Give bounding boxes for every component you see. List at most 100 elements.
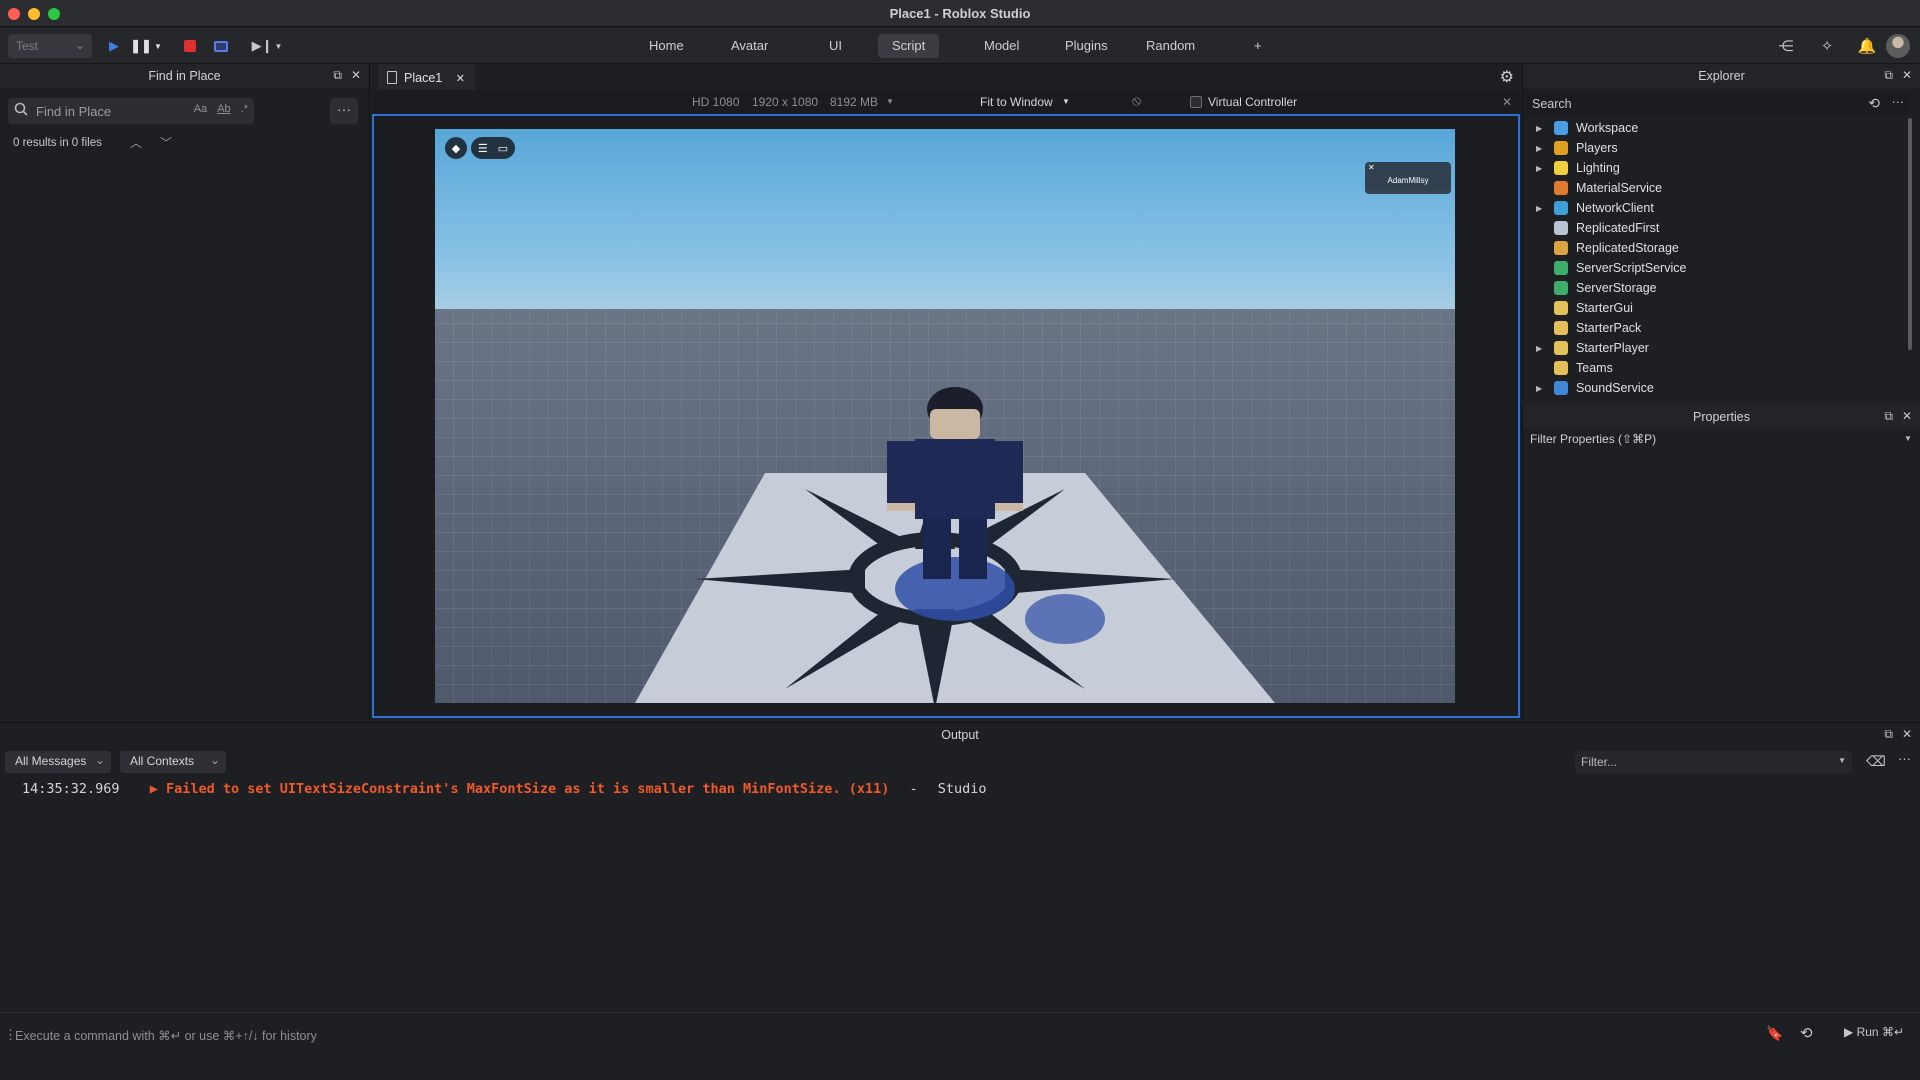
close-icon[interactable]: ✕ — [1502, 95, 1512, 109]
run-button[interactable]: ▶ Run ⌘↵ — [1844, 1025, 1904, 1039]
expand-arrow-icon[interactable]: ▶ — [1536, 164, 1546, 173]
close-icon[interactable]: ✕ — [1902, 409, 1912, 424]
explorer-item[interactable]: ▶ NetworkClient — [1536, 198, 1654, 218]
add-tab-button[interactable]: + — [1240, 34, 1276, 58]
bookmark-icon[interactable]: 🔖 — [1766, 1025, 1783, 1042]
explorer-item[interactable]: ReplicatedFirst — [1536, 218, 1659, 238]
game-viewport[interactable]: ◆ ☰ ▭ ✕ AdamMillsy — [372, 114, 1520, 718]
play-button[interactable]: ▶ — [104, 35, 124, 57]
expand-arrow-icon[interactable]: ▶ — [1536, 144, 1546, 153]
output-header: Output ⧉ ✕ — [0, 723, 1920, 747]
step-button[interactable]: ▶❙ ▼ — [252, 35, 283, 57]
undock-icon[interactable]: ⧉ — [1884, 409, 1893, 424]
service-icon — [1554, 321, 1568, 335]
avatar[interactable] — [1886, 34, 1910, 58]
more-icon[interactable]: ··· — [1892, 95, 1905, 109]
player-list[interactable]: ✕ AdamMillsy — [1365, 162, 1451, 194]
more-icon[interactable]: ··· — [1898, 751, 1911, 766]
history-icon[interactable]: ⟲ — [1800, 1024, 1813, 1042]
command-input[interactable]: Execute a command with ⌘↵ or use ⌘+↑/↓ f… — [15, 1028, 317, 1043]
tab-script[interactable]: Script — [878, 34, 940, 58]
gear-icon[interactable]: ⚙ — [1500, 67, 1514, 87]
expand-arrow-icon[interactable]: ▶ — [150, 781, 158, 797]
menu-icon[interactable]: ☰ ▭ — [471, 137, 515, 159]
memory-label[interactable]: 8192 MB — [830, 95, 878, 109]
undock-icon[interactable]: ⧉ — [1884, 68, 1893, 83]
expand-arrow-icon[interactable]: ▶ — [1536, 204, 1546, 213]
match-word-toggle[interactable]: Ab — [217, 103, 230, 115]
size-label: 1920 x 1080 — [752, 95, 819, 109]
tab-model[interactable]: Model — [970, 34, 1033, 58]
document-tabs: Place1 ✕ ⚙ — [372, 64, 1520, 90]
tab-plugins[interactable]: Plugins — [1051, 34, 1122, 58]
command-bar[interactable]: ⋮ Execute a command with ⌘↵ or use ⌘+↑/↓… — [0, 1012, 1920, 1060]
explorer-item-label: MaterialService — [1576, 181, 1663, 195]
stop-icon — [184, 40, 196, 52]
tab-ui[interactable]: UI — [815, 34, 856, 58]
history-icon[interactable]: ⟲ — [1868, 95, 1880, 112]
close-icon[interactable]: ✕ — [1902, 727, 1912, 742]
tab-place1[interactable]: Place1 ✕ — [378, 64, 475, 90]
find-input[interactable]: Find in Place Aa Ab .* — [8, 98, 254, 124]
properties-header: Properties ⧉ ✕ — [1523, 405, 1920, 429]
explorer-item[interactable]: ▶ Workspace — [1536, 118, 1638, 138]
chevron-down-icon[interactable]: ﹀ — [160, 134, 172, 151]
roblox-menu-button[interactable]: ◆ — [445, 137, 467, 159]
match-case-toggle[interactable]: Aa — [194, 103, 207, 115]
chat-icon[interactable]: ▭ — [498, 142, 508, 155]
explorer-scrollbar[interactable] — [1908, 118, 1912, 350]
monitor-icon — [214, 40, 228, 52]
expand-arrow-icon[interactable]: ▶ — [1536, 344, 1546, 353]
service-icon — [1554, 281, 1568, 295]
share-icon[interactable]: ⋲ — [1775, 35, 1797, 57]
explorer-item[interactable]: ▶ Lighting — [1536, 158, 1620, 178]
explorer-item[interactable]: Teams — [1536, 358, 1613, 378]
chevron-down-icon: ▼ — [274, 41, 283, 51]
rotate-icon[interactable]: ⦸ — [1132, 92, 1141, 109]
contexts-filter-dropdown[interactable]: All Contexts ⌄ — [120, 751, 226, 773]
resolution-label[interactable]: HD 1080 — [692, 95, 739, 109]
log-timestamp: 14:35:32.969 — [22, 781, 120, 797]
tab-random[interactable]: Random — [1132, 34, 1209, 58]
client-server-button[interactable] — [210, 35, 232, 57]
clear-output-icon[interactable]: ⌫ — [1866, 753, 1886, 770]
bell-icon[interactable]: 🔔 — [1856, 35, 1878, 57]
expand-arrow-icon[interactable]: ▶ — [1536, 124, 1546, 133]
close-icon[interactable]: ✕ — [351, 68, 361, 83]
output-filter-input[interactable]: Filter... ▼ — [1575, 751, 1852, 773]
messages-filter-dropdown[interactable]: All Messages ⌄ — [5, 751, 111, 773]
chevron-down-icon: ▼ — [886, 97, 894, 106]
filter-properties-input[interactable]: Filter Properties (⇧⌘P) — [1530, 432, 1656, 446]
expand-arrow-icon[interactable]: ▶ — [1536, 384, 1546, 393]
explorer-item[interactable]: ▶ SoundService — [1536, 378, 1654, 398]
explorer-item[interactable]: ▶ StarterPlayer — [1536, 338, 1649, 358]
explorer-item[interactable]: ServerStorage — [1536, 278, 1657, 298]
more-options-button[interactable]: ··· — [330, 98, 358, 124]
explorer-item[interactable]: ▶ Players — [1536, 138, 1618, 158]
tab-home[interactable]: Home — [635, 34, 698, 58]
tab-avatar[interactable]: Avatar — [717, 34, 782, 58]
explorer-item[interactable]: StarterPack — [1536, 318, 1641, 338]
chevron-down-icon[interactable]: ▼ — [1904, 434, 1912, 443]
explorer-item[interactable]: ReplicatedStorage — [1536, 238, 1679, 258]
chevron-up-icon[interactable]: ︿ — [130, 134, 142, 151]
regex-toggle[interactable]: .* — [241, 103, 248, 115]
explorer-item[interactable]: MaterialService — [1536, 178, 1662, 198]
pause-button[interactable]: ❚❚ ▼ — [130, 35, 162, 57]
assistant-icon[interactable]: ✧ — [1816, 35, 1838, 57]
undock-icon[interactable]: ⧉ — [333, 68, 342, 83]
explorer-item[interactable]: StarterGui — [1536, 298, 1633, 318]
undock-icon[interactable]: ⧉ — [1884, 727, 1893, 742]
close-icon[interactable]: ✕ — [1368, 163, 1375, 172]
fit-to-window-dropdown[interactable]: Fit to Window — [980, 95, 1053, 109]
log-entry[interactable]: 14:35:32.969 ▶ Failed to set UITextSizeC… — [22, 781, 987, 797]
game-scene[interactable]: ◆ ☰ ▭ ✕ AdamMillsy — [435, 129, 1455, 703]
close-icon[interactable]: ✕ — [1902, 68, 1912, 83]
explorer-item[interactable]: ServerScriptService — [1536, 258, 1686, 278]
test-mode-select[interactable]: Test ⌄ — [8, 34, 92, 58]
service-icon — [1554, 341, 1568, 355]
stop-button[interactable] — [180, 35, 200, 57]
close-icon[interactable]: ✕ — [456, 73, 465, 85]
virtual-controller-checkbox[interactable] — [1190, 96, 1202, 108]
explorer-search-input[interactable]: Search ⟲ ··· — [1526, 93, 1910, 115]
